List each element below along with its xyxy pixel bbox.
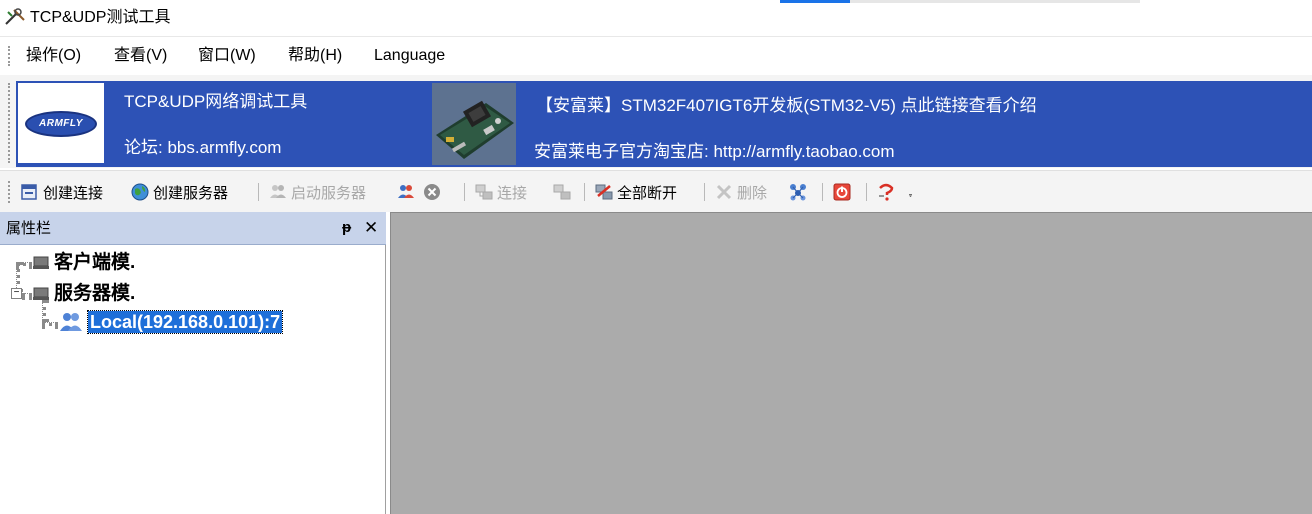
molecule-icon — [790, 184, 806, 201]
board-intro-link[interactable]: 【安富莱】STM32F407IGT6开发板(STM32-V5) 点此链接查看介绍 — [536, 95, 1037, 117]
globe-icon — [131, 183, 149, 201]
tools-icon — [5, 8, 25, 25]
power-button[interactable] — [832, 181, 852, 203]
connect-label: 连接 — [497, 184, 528, 202]
close-circle-icon — [424, 184, 440, 200]
create-connection-button[interactable]: 创建连接 — [20, 181, 103, 203]
toolbar-separator — [866, 183, 867, 201]
start-server-label: 启动服务器 — [291, 184, 367, 202]
network-disconnect-icon — [553, 184, 571, 200]
menu-view[interactable]: 查看(V) — [114, 46, 167, 66]
toolbar-separator — [822, 183, 823, 201]
menu-window[interactable]: 窗口(W) — [198, 46, 256, 66]
dev-board-image[interactable] — [432, 83, 516, 165]
toolbar-separator — [258, 183, 259, 201]
workspace[interactable] — [390, 212, 1312, 514]
property-panel: 属性栏 ᵽ ✕ − 客户端模. 服务器模. Local(192.168.0.10… — [0, 212, 386, 514]
toolbar-separator — [584, 183, 585, 201]
server-users-icon — [398, 185, 414, 198]
pin-icon[interactable]: ᵽ — [342, 219, 351, 236]
title-bar: TCP&UDP测试工具 — [0, 0, 1312, 36]
users-icon — [60, 313, 82, 331]
window-title: TCP&UDP测试工具 — [30, 9, 171, 26]
connect-button[interactable]: 连接 — [474, 181, 527, 203]
create-server-button[interactable]: 创建服务器 — [130, 181, 228, 203]
armfly-logo: ARMFLY — [18, 83, 104, 163]
stop-button[interactable] — [422, 181, 442, 203]
toolbar-separator — [464, 183, 465, 201]
banner: ARMFLY TCP&UDP网络调试工具 论坛: bbs.armfly.com … — [16, 81, 1312, 167]
tree-line — [16, 262, 32, 266]
menu-grip[interactable] — [8, 46, 11, 66]
tree-node-server[interactable]: 服务器模. — [32, 283, 135, 305]
help-icon — [879, 183, 894, 201]
menu-bar: 操作(O) 查看(V) 窗口(W) 帮助(H) Language — [0, 36, 1312, 74]
disconnect-button[interactable] — [552, 181, 572, 203]
logo-text: ARMFLY — [25, 111, 97, 137]
menu-operate[interactable]: 操作(O) — [26, 46, 81, 66]
settings-button[interactable] — [788, 181, 808, 203]
close-icon[interactable]: ✕ — [364, 218, 378, 238]
tree-label-client: 客户端模. — [54, 252, 136, 273]
banner-grip[interactable] — [8, 83, 11, 163]
menu-help[interactable]: 帮助(H) — [288, 46, 342, 66]
disconnect-all-button[interactable]: 全部断开 — [594, 181, 677, 203]
delete-button[interactable]: 删除 — [714, 181, 767, 203]
server-users-button[interactable] — [396, 181, 416, 203]
toolbar-overflow-button[interactable] — [908, 181, 918, 203]
help-button[interactable] — [876, 181, 896, 203]
title-decoration — [780, 0, 1140, 3]
tool-name: TCP&UDP网络调试工具 — [124, 92, 308, 111]
panel-title: 属性栏 — [6, 220, 52, 237]
tree-label-server: 服务器模. — [54, 283, 136, 304]
disconnect-all-icon — [595, 184, 613, 200]
panel-header: 属性栏 ᵽ ✕ — [0, 212, 386, 245]
menu-language[interactable]: Language — [374, 46, 445, 66]
computer-icon — [33, 287, 49, 300]
new-connection-icon — [21, 184, 37, 200]
toolbar-separator — [704, 183, 705, 201]
taobao-shop-link[interactable]: 安富莱电子官方淘宝店: http://armfly.taobao.com — [534, 141, 895, 163]
network-connect-icon — [475, 184, 493, 200]
create-connection-label: 创建连接 — [43, 184, 104, 202]
forum-link[interactable]: 论坛: bbs.armfly.com — [124, 137, 281, 159]
tree-line — [22, 293, 32, 297]
toolbar: 创建连接 创建服务器 启动服务器 连接 全部断开 删除 — [0, 170, 1312, 212]
computer-icon — [33, 256, 49, 269]
power-icon — [833, 183, 851, 201]
tree-line — [42, 322, 58, 326]
tree-node-local[interactable]: Local(192.168.0.101):7 — [58, 310, 284, 334]
users-icon — [270, 185, 286, 198]
create-server-label: 创建服务器 — [153, 184, 229, 202]
disconnect-all-label: 全部断开 — [617, 184, 678, 202]
collapse-toggle[interactable]: − — [11, 288, 22, 299]
tree-label-local: Local(192.168.0.101):7 — [86, 310, 284, 334]
banner-bar: ARMFLY TCP&UDP网络调试工具 论坛: bbs.armfly.com … — [0, 75, 1312, 168]
chevron-down-icon — [909, 194, 912, 197]
toolbar-grip[interactable] — [8, 181, 11, 203]
tree-node-client[interactable]: 客户端模. — [32, 252, 135, 274]
start-server-button[interactable]: 启动服务器 — [268, 181, 366, 203]
delete-icon — [716, 184, 732, 200]
delete-label: 删除 — [737, 184, 768, 202]
